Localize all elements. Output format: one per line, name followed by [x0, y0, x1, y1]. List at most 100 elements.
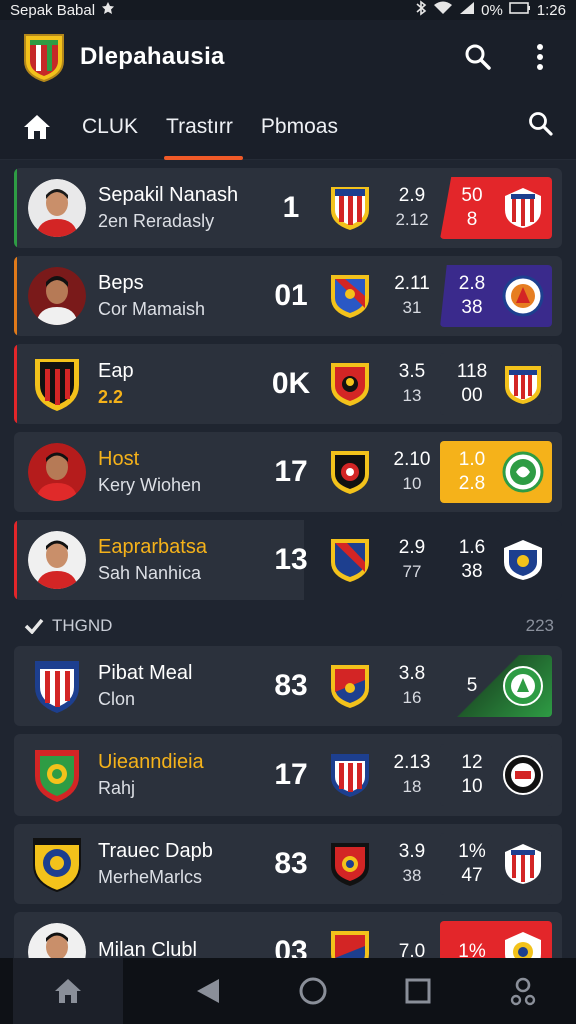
team-name: Host — [98, 448, 140, 470]
tab-bar: CLUK Trastırr Pbmoas — [0, 94, 576, 160]
tab-cluk[interactable]: CLUK — [82, 94, 138, 160]
match-stats: 2.9 2.12 — [390, 184, 434, 232]
match-row[interactable]: Trauec Dapb MerheMarlcs 83 3.9 38 1% 47 — [14, 824, 562, 904]
opponent-badge-icon — [502, 451, 544, 493]
section-header: THGND 223 — [14, 608, 562, 644]
match-score: 83 — [274, 847, 308, 880]
opponent-badge-icon — [502, 363, 544, 405]
match-row[interactable]: Eaprarbatsa Sah Nanhica 13 2.9 77 1.6 38 — [14, 520, 562, 600]
team-subtitle: Clon — [98, 689, 136, 709]
opponent-badge-icon — [502, 187, 544, 229]
match-score: 0K — [271, 367, 311, 400]
club-badge-icon — [328, 750, 372, 800]
team-subtitle: Sah Nanhica — [98, 563, 202, 583]
club-crest-icon — [28, 657, 86, 715]
odds-bottom: 10 — [461, 776, 483, 797]
search-button[interactable] — [462, 41, 494, 73]
odds-box[interactable]: 1% 47 — [440, 833, 552, 895]
odds-box[interactable]: 12 10 — [440, 744, 552, 806]
match-score: 17 — [274, 455, 308, 488]
square-icon — [405, 978, 431, 1004]
team-subtitle: Kery Wiohen — [98, 475, 202, 495]
club-badge-icon — [328, 359, 372, 409]
match-row[interactable]: Pibat Meal Clon 83 3.8 16 5 — [14, 646, 562, 726]
team-name: Eap — [98, 360, 134, 382]
stat-top: 2.9 — [398, 537, 426, 558]
stat-top: 2.10 — [393, 449, 431, 470]
row-accent — [14, 256, 17, 336]
club-badge-icon — [328, 535, 372, 585]
section-label: THGND — [52, 616, 113, 635]
match-stats: 2.11 31 — [390, 272, 434, 320]
team-subtitle: Cor Mamaish — [98, 299, 206, 319]
row-accent — [14, 344, 17, 424]
tab-search-button[interactable] — [528, 111, 554, 142]
nav-back-button[interactable] — [188, 971, 228, 1011]
match-stats: 2.9 77 — [390, 536, 434, 584]
club-crest-icon — [28, 835, 86, 893]
player-avatar — [28, 179, 86, 237]
stat-bottom: 31 — [402, 298, 422, 317]
match-stats: 2.10 10 — [390, 448, 434, 496]
tab-trastirr[interactable]: Trastırr — [164, 94, 243, 160]
match-row[interactable]: Beps Cor Mamaish 01 2.11 31 2.8 38 — [14, 256, 562, 336]
team-subtitle: Rahj — [98, 778, 136, 798]
match-row[interactable]: Sepakil Nanash 2en Reradasly 1 2.9 2.12 … — [14, 168, 562, 248]
odds-top: 1.0 — [458, 449, 486, 470]
row-accent — [14, 168, 17, 248]
match-row[interactable]: Eap 2.2 0K 3.5 13 118 00 — [14, 344, 562, 424]
odds-top: 50 — [461, 185, 483, 206]
odds-box[interactable]: 2.8 38 — [440, 265, 552, 327]
odds-box[interactable]: 1.0 2.8 — [440, 441, 552, 503]
stat-bottom: 13 — [402, 386, 422, 405]
player-avatar — [28, 443, 86, 501]
odds-box[interactable]: 1.6 38 — [440, 529, 552, 591]
team-subtitle: 2en Reradasly — [98, 211, 215, 231]
match-row[interactable]: Uieanndieia Rahj 17 2.13 18 12 10 — [14, 734, 562, 816]
status-bar: Sepak Babal 0% 1:26 — [0, 0, 576, 20]
odds-top: 5 — [466, 675, 478, 696]
circle-icon — [299, 977, 327, 1005]
odds-top: 1% — [458, 841, 486, 862]
more-options-button[interactable] — [524, 41, 556, 73]
odds-box[interactable]: 118 00 — [440, 353, 552, 415]
odds-box[interactable]: 5 — [440, 655, 552, 717]
more-vertical-icon — [537, 44, 543, 70]
system-nav-bar — [0, 958, 576, 1024]
stat-top: 2.13 — [393, 752, 431, 773]
odds-top: 1.6 — [458, 537, 486, 558]
stat-top: 3.8 — [398, 663, 426, 684]
nav-home-button[interactable] — [12, 958, 123, 1024]
app-bar: Dlepahausia — [0, 20, 576, 94]
stat-top: 3.9 — [398, 841, 426, 862]
team-name: Sepakil Nanash — [98, 184, 239, 206]
odds-bottom: 47 — [461, 865, 483, 886]
odds-bottom: 2.8 — [458, 473, 486, 494]
odds-top: 2.8 — [458, 273, 486, 294]
player-avatar — [28, 267, 86, 325]
clock: 1:26 — [536, 1, 566, 19]
odds-top: 12 — [461, 752, 483, 773]
nav-overview-button[interactable] — [293, 971, 333, 1011]
tab-home[interactable] — [22, 112, 52, 142]
notification-icon — [101, 1, 115, 19]
match-score: 01 — [274, 279, 308, 312]
tab-pbmoas[interactable]: Pbmoas — [261, 94, 338, 160]
odds-bottom: 38 — [461, 561, 483, 582]
nav-recents-button[interactable] — [398, 971, 438, 1011]
match-list: Sepakil Nanash 2en Reradasly 1 2.9 2.12 … — [0, 160, 576, 992]
match-row[interactable]: Host Kery Wiohen 17 2.10 10 1.0 2.8 — [14, 432, 562, 512]
battery-icon — [508, 1, 531, 19]
opponent-badge-icon — [502, 275, 544, 317]
team-name: Pibat Meal — [98, 662, 193, 684]
club-badge-icon — [328, 183, 372, 233]
club-badge-icon — [328, 839, 372, 889]
odds-bottom: 8 — [466, 209, 478, 230]
nav-profile-button[interactable] — [503, 971, 543, 1011]
stat-top: 2.9 — [398, 185, 426, 206]
check-icon — [24, 618, 44, 634]
player-avatar — [28, 531, 86, 589]
odds-box[interactable]: 50 8 — [440, 177, 552, 239]
app-logo-icon — [22, 31, 66, 83]
match-stats: 3.9 38 — [390, 840, 434, 888]
